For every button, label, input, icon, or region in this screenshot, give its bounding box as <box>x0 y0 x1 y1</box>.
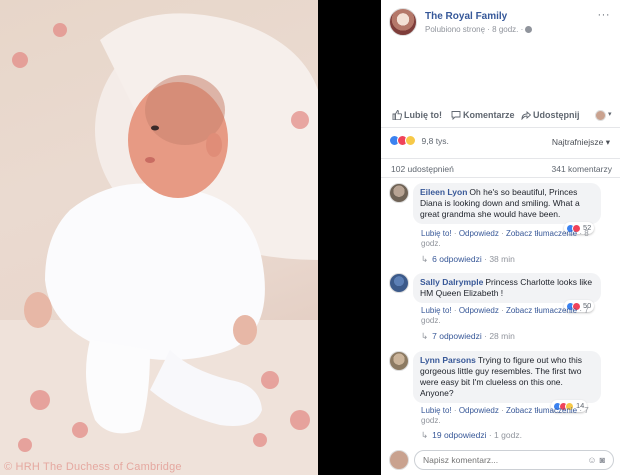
thumbs-up-icon <box>392 110 403 121</box>
like-button[interactable]: Lubię to! <box>392 110 442 121</box>
comment-label: Komentarze <box>463 110 515 120</box>
post-header: The Royal Family Polubiono stronę · 8 go… <box>389 8 614 38</box>
page-avatar[interactable] <box>389 8 417 36</box>
comment-bubble: Lynn Parsons Trying to figure out who thi… <box>413 351 601 403</box>
reply-arrow-icon: ↳ <box>421 331 429 341</box>
comment-item: Lynn Parsons Trying to figure out who thi… <box>389 351 614 443</box>
post-sidebar: The Royal Family Polubiono stronę · 8 go… <box>381 0 620 475</box>
post-meta: Polubiono stronę · 8 godz. · <box>425 25 533 34</box>
share-button[interactable]: Udostępnij <box>521 110 580 121</box>
comment-bubble: Eileen Lyon Oh he's so beautiful, Princes… <box>413 183 601 224</box>
comment-input[interactable] <box>414 450 614 470</box>
camera-icon[interactable]: ◙ <box>600 455 608 465</box>
baby-leg-left <box>86 340 150 434</box>
post-action-bar: Lubię to! Komentarze Udostępnij ▾ <box>381 104 620 128</box>
replies-time: 1 godz. <box>494 430 522 440</box>
like-label: Lubię to! <box>404 110 442 120</box>
comment-actions: Lubię to! · Odpowiedz · Zobacz tłumaczen… <box>421 306 589 325</box>
baby-eye <box>151 125 159 131</box>
baby-ear <box>206 133 222 157</box>
avatar[interactable] <box>389 450 409 470</box>
replies-time: 28 min <box>489 331 515 341</box>
view-replies-link[interactable]: ↳ 7 odpowiedzi · 28 min <box>421 331 515 342</box>
comment-like-link[interactable]: Lubię to! <box>421 306 452 315</box>
comments-count[interactable]: 341 komentarzy <box>552 164 612 174</box>
comment-like-link[interactable]: Lubię to! <box>421 229 452 238</box>
comment-author[interactable]: Eileen Lyon <box>420 187 467 197</box>
see-translation-link[interactable]: Zobacz tłumaczenie <box>506 306 577 315</box>
emoji-icon[interactable]: ☺ <box>587 455 599 465</box>
comment-author[interactable]: Sally Dalrymple <box>420 277 483 287</box>
view-replies-link[interactable]: ↳ 6 odpowiedzi · 38 min <box>421 254 515 265</box>
share-comment-counts: 102 udostępnień 341 komentarzy <box>381 158 620 178</box>
share-label: Udostępnij <box>533 110 580 120</box>
globe-icon <box>525 26 533 33</box>
chevron-down-icon[interactable]: ▾ <box>608 110 612 118</box>
replies-count: 7 odpowiedzi <box>432 331 482 341</box>
haha-reaction-icon <box>405 135 416 147</box>
baby-mouth <box>145 157 155 163</box>
reaction-count[interactable]: 9,8 tys. <box>422 136 449 146</box>
avatar[interactable] <box>389 351 409 371</box>
reaction-icons[interactable]: 9,8 tys. <box>389 135 449 147</box>
comment-bubble: Sally Dalrymple Princess Charlotte looks … <box>413 273 601 303</box>
page-name-link[interactable]: The Royal Family <box>425 11 507 22</box>
see-translation-link[interactable]: Zobacz tłumaczenie <box>506 406 577 415</box>
comment-actions: Lubię to! · Odpowiedz · Zobacz tłumaczen… <box>421 406 589 425</box>
comment-button[interactable]: Komentarze <box>451 110 515 121</box>
baby-hand-left <box>24 292 52 328</box>
reply-arrow-icon: ↳ <box>421 254 429 264</box>
replies-count: 19 odpowiedzi <box>432 430 487 440</box>
baby-body <box>45 183 265 360</box>
replies-count: 6 odpowiedzi <box>432 254 482 264</box>
comment-author[interactable]: Lynn Parsons <box>420 355 476 365</box>
baby-photo-illustration <box>0 13 318 475</box>
reply-arrow-icon: ↳ <box>421 430 429 440</box>
comment-sort-dropdown[interactable]: Najtrafniejsze ▾ <box>552 137 610 148</box>
share-icon <box>521 111 532 121</box>
more-options-icon[interactable]: ··· <box>598 9 611 21</box>
comment-actions: Lubię to! · Odpowiedz · Zobacz tłumaczen… <box>421 229 589 248</box>
comment-reply-link[interactable]: Odpowiedz <box>459 406 499 415</box>
post-meta-text: Polubiono stronę · 8 godz. · <box>425 25 524 34</box>
comment-reply-link[interactable]: Odpowiedz <box>459 229 499 238</box>
avatar[interactable] <box>389 273 409 293</box>
baby-hand-right <box>233 315 257 345</box>
comment-reply-link[interactable]: Odpowiedz <box>459 306 499 315</box>
comment-item: Eileen Lyon Oh he's so beautiful, Princes… <box>389 183 614 268</box>
photo-credit: © HRH The Duchess of Cambridge <box>4 461 182 473</box>
comment-item: Sally Dalrymple Princess Charlotte looks … <box>389 273 614 343</box>
avatar[interactable] <box>389 183 409 203</box>
shares-count[interactable]: 102 udostępnień <box>391 164 454 174</box>
view-replies-link[interactable]: ↳ 19 odpowiedzi · 1 godz. <box>421 430 522 441</box>
acting-as-avatar[interactable] <box>595 110 606 121</box>
composer-icons: ☺◙ <box>587 455 608 465</box>
reaction-summary: 9,8 tys. Najtrafniejsze ▾ <box>389 135 614 149</box>
comment-like-link[interactable]: Lubię to! <box>421 406 452 415</box>
replies-time: 38 min <box>489 254 515 264</box>
see-translation-link[interactable]: Zobacz tłumaczenie <box>506 229 577 238</box>
comment-icon <box>451 111 461 121</box>
comment-composer: ☺◙ <box>389 449 614 471</box>
post-photo[interactable]: © HRH The Duchess of Cambridge <box>0 0 318 475</box>
